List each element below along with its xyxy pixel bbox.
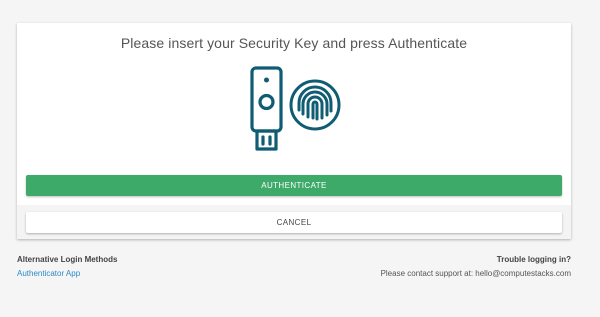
alternative-login-heading: Alternative Login Methods	[17, 255, 118, 264]
security-key-card: Please insert your Security Key and pres…	[17, 23, 571, 239]
authenticator-app-link[interactable]: Authenticator App	[17, 269, 80, 278]
cancel-button[interactable]: CANCEL	[26, 212, 562, 233]
fingerprint-icon	[289, 79, 341, 131]
usb-security-key-icon	[250, 66, 283, 151]
trouble-logging-heading: Trouble logging in?	[496, 255, 571, 264]
support-contact-text: Please contact support at: hello@compute…	[380, 269, 571, 278]
authenticate-button[interactable]: AUTHENTICATE	[26, 175, 562, 196]
page-title: Please insert your Security Key and pres…	[120, 35, 468, 51]
security-key-illustration	[247, 66, 359, 161]
